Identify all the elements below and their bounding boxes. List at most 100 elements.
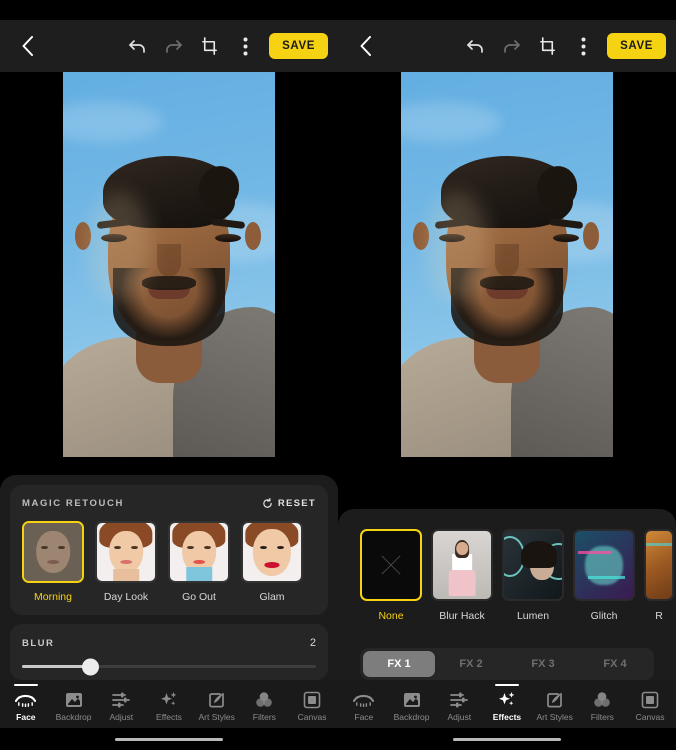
dual-screenshot-comparison: SAVE MAGIC RETOUCH RESET Morning Day Loo… (0, 0, 676, 750)
effect-label: Glitch (590, 610, 618, 622)
fx-tab-4[interactable]: FX 4 (579, 651, 651, 677)
effect-item-lumen[interactable]: Lumen (502, 529, 564, 622)
effect-thumbnail (573, 529, 635, 601)
effect-thumbnail (502, 529, 564, 601)
preset-face (36, 530, 70, 574)
face-highlight (425, 192, 489, 302)
more-options-button[interactable] (565, 28, 601, 64)
sparkles-icon (160, 690, 178, 709)
nav-item-backdrop[interactable]: Backdrop (390, 686, 434, 722)
bottom-nav-left: Face Backdrop Adjust Effects Art Styles … (0, 680, 338, 728)
effect-item-partial[interactable]: R (644, 529, 674, 622)
preset-eye (57, 546, 65, 550)
nav-item-canvas[interactable]: Canvas (628, 686, 672, 722)
more-options-button[interactable] (227, 28, 263, 64)
back-button[interactable] (348, 29, 382, 63)
fx-tab-2[interactable]: FX 2 (435, 651, 507, 677)
crop-rotate-icon (539, 36, 555, 55)
nav-item-art-styles[interactable]: Art Styles (195, 686, 239, 722)
save-button[interactable]: SAVE (607, 33, 666, 59)
effect-item-none[interactable]: None (360, 529, 422, 622)
effects-row[interactable]: None Blur Hack Lumen Glitch R (338, 529, 676, 622)
preset-face-art (97, 523, 155, 581)
preset-thumbnail (22, 521, 84, 583)
effect-art-streak (578, 551, 613, 555)
blur-slider-thumb[interactable] (81, 658, 99, 675)
nav-item-adjust[interactable]: Adjust (99, 686, 143, 722)
bottom-nav-right: Face Backdrop Adjust Effects Art Styles … (338, 680, 676, 728)
ear-right (583, 222, 599, 250)
nav-item-face[interactable]: Face (342, 686, 386, 722)
preset-face (252, 528, 292, 577)
nav-item-face[interactable]: Face (4, 684, 48, 722)
effect-art (575, 531, 633, 599)
effect-thumbnail (431, 529, 493, 601)
nav-label: Adjust (447, 712, 472, 722)
eye-lashes-icon (15, 690, 37, 709)
eye-right (553, 234, 579, 242)
crop-rotate-button[interactable] (529, 28, 565, 64)
effect-item-blur-hack[interactable]: Blur Hack (431, 529, 493, 622)
retouch-preset-glam[interactable]: Glam (241, 521, 303, 603)
photo-canvas-right[interactable] (338, 72, 676, 509)
square-frame-icon (303, 690, 321, 709)
undo-button[interactable] (119, 28, 155, 64)
preset-eye (130, 546, 138, 550)
blur-slider-track[interactable] (22, 658, 316, 675)
nav-item-filters[interactable]: Filters (242, 686, 286, 722)
square-frame-icon (641, 690, 659, 709)
eye-right (215, 234, 241, 242)
photo-canvas-left[interactable] (0, 72, 338, 475)
redo-button[interactable] (155, 28, 191, 64)
nav-item-canvas[interactable]: Canvas (290, 686, 334, 722)
retouch-preset-go-out[interactable]: Go Out (168, 521, 230, 603)
edited-photo-preview[interactable] (401, 72, 613, 457)
fx-tab-group[interactable]: FX 1 FX 2 FX 3 FX 4 (360, 648, 654, 680)
home-indicator (115, 737, 223, 741)
color-circles-icon (593, 690, 611, 709)
retouch-preset-morning[interactable]: Morning (22, 521, 84, 603)
reset-button[interactable]: RESET (262, 498, 316, 509)
preset-face-art (24, 523, 82, 581)
preset-thumbnail (241, 521, 303, 583)
preset-label: Glam (259, 591, 285, 603)
more-vertical-icon (581, 37, 586, 55)
right-screenshot-panel: SAVE None Blur Hack Lumen Glitch R FX 1 … (338, 0, 676, 750)
nav-item-art-styles[interactable]: Art Styles (533, 686, 577, 722)
nav-label: Face (354, 712, 374, 722)
effect-item-glitch[interactable]: Glitch (573, 529, 635, 622)
magic-retouch-card: MAGIC RETOUCH RESET Morning Day Look Go … (10, 485, 328, 615)
retouch-preset-day-look[interactable]: Day Look (95, 521, 157, 603)
status-bar-right (338, 0, 676, 20)
edited-photo-preview[interactable] (63, 72, 275, 457)
preset-lips (47, 559, 59, 564)
nav-item-effects[interactable]: Effects (485, 684, 529, 722)
nav-label: Adjust (109, 712, 134, 722)
nav-selected-indicator (13, 684, 38, 686)
face-highlight (87, 192, 151, 302)
save-button[interactable]: SAVE (269, 33, 328, 59)
preset-label: Day Look (103, 591, 149, 603)
ear-right (245, 222, 261, 250)
bottom-sheet-left: MAGIC RETOUCH RESET Morning Day Look Go … (0, 475, 338, 680)
nav-item-filters[interactable]: Filters (580, 686, 624, 722)
left-screenshot-panel: SAVE MAGIC RETOUCH RESET Morning Day Loo… (0, 0, 338, 750)
undo-button[interactable] (457, 28, 493, 64)
nav-label: Backdrop (393, 712, 430, 722)
nav-item-adjust[interactable]: Adjust (437, 686, 481, 722)
crop-rotate-button[interactable] (191, 28, 227, 64)
nav-label: Filters (590, 712, 614, 722)
nav-item-backdrop[interactable]: Backdrop (52, 686, 96, 722)
fx-tab-3[interactable]: FX 3 (507, 651, 579, 677)
effect-art-hair (521, 540, 558, 568)
effect-thumbnail (360, 529, 422, 601)
effect-label: None (378, 610, 404, 622)
nav-item-effects[interactable]: Effects (147, 686, 191, 722)
eye-lashes-icon (353, 690, 375, 709)
more-vertical-icon (243, 37, 248, 55)
effect-art-streak (587, 575, 625, 579)
crop-rotate-icon (201, 36, 217, 55)
back-button[interactable] (10, 29, 44, 63)
redo-button[interactable] (493, 28, 529, 64)
fx-tab-1[interactable]: FX 1 (363, 651, 435, 677)
